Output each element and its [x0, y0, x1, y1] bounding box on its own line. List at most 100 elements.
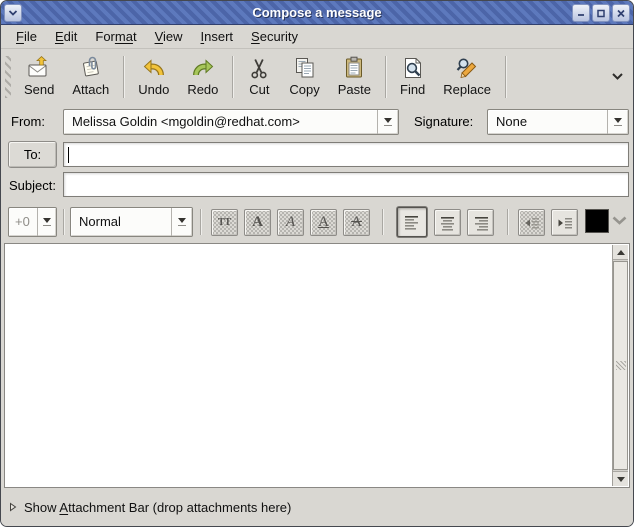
- chevron-down-icon: [8, 9, 18, 17]
- unindent-button: [518, 209, 545, 236]
- italic-icon: A: [286, 214, 295, 231]
- menu-edit[interactable]: Edit: [46, 26, 86, 47]
- menu-security[interactable]: Security: [242, 26, 307, 47]
- font-size-value: +0: [9, 208, 37, 236]
- menu-format[interactable]: Format: [86, 26, 145, 47]
- cut-icon: [247, 56, 271, 80]
- chevron-down-icon: [611, 69, 624, 84]
- from-label: From:: [11, 114, 45, 129]
- compose-window: Compose a message File Edit Format: [0, 0, 634, 527]
- arrow-down-icon: [617, 477, 625, 482]
- window-menu-button[interactable]: [4, 4, 22, 22]
- format-separator: [382, 209, 383, 235]
- subject-row: Subject:: [1, 170, 633, 201]
- attach-button[interactable]: Attach: [63, 52, 118, 101]
- text-caret: [68, 147, 69, 163]
- redo-button[interactable]: Redo: [178, 52, 227, 101]
- titlebar[interactable]: Compose a message: [1, 1, 633, 25]
- from-combo-value: Melissa Goldin <mgoldin@redhat.com>: [64, 110, 377, 134]
- signature-label: Signature:: [414, 114, 473, 129]
- align-right-icon: [473, 215, 489, 231]
- paste-icon: [342, 56, 366, 80]
- paragraph-style-value: Normal: [71, 208, 171, 236]
- combo-arrow-icon: [607, 110, 628, 134]
- replace-icon: [455, 56, 479, 80]
- align-right-button[interactable]: [467, 209, 494, 236]
- combo-arrow-icon: [37, 208, 56, 236]
- attachment-bar-expander[interactable]: Show Attachment Bar (drop attachments he…: [1, 489, 633, 526]
- from-row: From: Melissa Goldin <mgoldin@redhat.com…: [1, 104, 633, 139]
- align-left-button[interactable]: [397, 207, 427, 237]
- typewriter-icon: TT: [218, 217, 231, 228]
- send-icon: [27, 56, 51, 80]
- indent-icon: [557, 215, 573, 231]
- close-button[interactable]: [612, 4, 630, 22]
- undo-icon: [142, 56, 166, 80]
- format-separator: [63, 209, 64, 235]
- to-row: To:: [1, 139, 633, 170]
- bold-button: A: [244, 209, 271, 236]
- window-controls: [572, 4, 630, 22]
- menu-file[interactable]: File: [7, 26, 46, 47]
- menu-view[interactable]: View: [146, 26, 192, 47]
- paste-button[interactable]: Paste: [329, 52, 380, 101]
- signature-combo-value: None: [488, 110, 607, 134]
- cut-button[interactable]: Cut: [238, 52, 280, 101]
- to-input[interactable]: [64, 143, 628, 166]
- maximize-icon: [596, 9, 606, 18]
- combo-arrow-icon: [171, 208, 192, 236]
- attachment-bar-label: Show Attachment Bar (drop attachments he…: [24, 500, 291, 515]
- format-toolbar: +0 Normal TT A A A A: [1, 201, 633, 243]
- body-scrollbar[interactable]: [612, 245, 628, 486]
- replace-button[interactable]: Replace: [434, 52, 500, 101]
- paragraph-style-combo[interactable]: Normal: [70, 207, 193, 237]
- toolbar-separator: [123, 56, 124, 98]
- subject-label: Subject:: [9, 178, 56, 193]
- underline-icon: A: [318, 214, 329, 231]
- redo-icon: [191, 56, 215, 80]
- scroll-up-button[interactable]: [613, 245, 628, 260]
- find-button[interactable]: Find: [391, 52, 434, 101]
- to-button[interactable]: To:: [8, 141, 57, 168]
- strikethrough-icon: A: [351, 214, 362, 231]
- minimize-icon: [576, 9, 586, 17]
- format-overflow-button[interactable]: [611, 214, 628, 229]
- underline-button: A: [310, 209, 337, 236]
- scrollbar-grip-icon: [616, 361, 626, 370]
- send-button[interactable]: Send: [15, 52, 63, 101]
- font-size-combo[interactable]: +0: [8, 207, 57, 237]
- toolbar-overflow-button[interactable]: [611, 69, 624, 84]
- align-center-button[interactable]: [434, 209, 461, 236]
- find-icon: [401, 56, 425, 80]
- indent-button[interactable]: [551, 209, 578, 236]
- format-separator: [507, 209, 508, 235]
- expander-triangle-icon: [9, 500, 17, 515]
- strikethrough-button: A: [343, 209, 370, 236]
- signature-combo[interactable]: None: [487, 109, 629, 135]
- minimize-button[interactable]: [572, 4, 590, 22]
- text-color-swatch[interactable]: [585, 209, 609, 233]
- close-icon: [616, 9, 626, 18]
- align-left-icon: [404, 214, 420, 230]
- toolbar-separator: [505, 56, 506, 98]
- scrollbar-thumb[interactable]: [613, 261, 628, 470]
- scroll-down-button[interactable]: [613, 471, 628, 486]
- chevron-down-icon: [611, 214, 628, 229]
- menubar: File Edit Format View Insert Security: [1, 25, 633, 49]
- menu-insert[interactable]: Insert: [192, 26, 243, 47]
- format-separator: [200, 209, 201, 235]
- italic-button: A: [277, 209, 304, 236]
- message-body-editor[interactable]: [4, 243, 630, 488]
- subject-input[interactable]: [64, 173, 628, 196]
- undo-button[interactable]: Undo: [129, 52, 178, 101]
- from-combo[interactable]: Melissa Goldin <mgoldin@redhat.com>: [63, 109, 399, 135]
- copy-button[interactable]: Copy: [280, 52, 328, 101]
- toolbar-grip[interactable]: [5, 56, 11, 98]
- maximize-button[interactable]: [592, 4, 610, 22]
- main-toolbar: Send Attach Undo Redo Cut: [1, 49, 633, 104]
- align-center-icon: [440, 215, 456, 231]
- toolbar-separator: [232, 56, 233, 98]
- to-entry[interactable]: [63, 142, 629, 167]
- subject-entry[interactable]: [63, 172, 629, 197]
- unindent-icon: [524, 215, 540, 231]
